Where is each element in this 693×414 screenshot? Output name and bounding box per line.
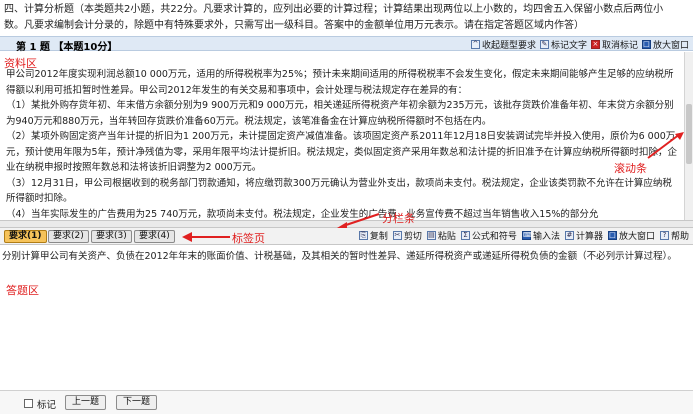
material-area: 资料区 甲公司2012年度实现利润总额10 000万元，适用的所得税税率为25%… — [0, 52, 684, 220]
material-paragraph: （1）某批外购存货年初、年末借方余额分别为9 900万元和9 000万元，相关递… — [6, 100, 674, 127]
calculator-button[interactable]: # 计算器 — [564, 229, 603, 242]
section-instructions: 四、计算分析题（本类题共2小题，共22分。凡要求计算的，应列出必要的计算过程；计… — [0, 0, 693, 36]
answer-enlarge-label: 放大窗口 — [618, 232, 655, 242]
copy-icon: ⎘ — [358, 231, 368, 240]
cut-button[interactable]: ✂ 剪切 — [392, 229, 422, 242]
sigma-icon: Σ — [460, 231, 470, 240]
material-body: 甲公司2012年度实现利润总额10 000万元，适用的所得税税率为25%；预计未… — [6, 54, 678, 220]
help-label: 帮助 — [670, 232, 689, 242]
calculator-icon: # — [564, 231, 574, 240]
collapse-requirements-label: 收起题型要求 — [481, 41, 536, 51]
bottom-navigation-bar: 标记 上一题 下一题 — [0, 390, 693, 414]
formula-symbols-button[interactable]: Σ 公式和符号 — [460, 229, 517, 242]
tab-requirement-3[interactable]: 要求(3) — [91, 230, 132, 243]
answer-enlarge-window-button[interactable]: □ 放大窗口 — [607, 229, 655, 242]
enlarge-icon: □ — [641, 40, 651, 49]
instructions-line-2: 数。凡要求编制会计分录的，除题中有特殊要求外，只需写出一级科目。答案中的金额单位… — [4, 20, 584, 31]
tabs-annotation: 标签页 — [232, 232, 265, 245]
tab-requirement-4[interactable]: 要求(4) — [134, 230, 175, 243]
answer-toolbar: ⎘ 复制 ✂ 剪切 ▤ 粘贴 Σ 公式和符号 ⌨ 输入法 # 计算器 □ 放大窗口 ? 帮助 — [358, 229, 689, 242]
mark-text-label: 标记文字 — [550, 41, 587, 51]
enlarge-window-button[interactable]: □ 放大窗口 — [641, 38, 689, 51]
material-area-label: 资料区 — [4, 57, 37, 70]
cut-label: 剪切 — [403, 232, 422, 242]
scissors-icon: ✂ — [392, 231, 402, 240]
enlarge-window-label: 放大窗口 — [652, 41, 689, 51]
mark-checkbox[interactable] — [24, 399, 33, 408]
input-method-label: 输入法 — [532, 232, 560, 242]
mark-checkbox-label: 标记 — [37, 400, 57, 411]
paste-icon: ▤ — [426, 231, 436, 240]
splitter-annotation: 分栏条 — [382, 212, 415, 225]
question-title: 第 1 题 【本题10分】 — [16, 42, 118, 53]
scrollbar-arrow-icon — [647, 132, 684, 159]
scrollbar-annotation: 滚动条 — [614, 162, 647, 175]
help-button[interactable]: ? 帮助 — [659, 229, 689, 242]
tab-requirement-2[interactable]: 要求(2) — [48, 230, 89, 243]
paste-label: 粘贴 — [437, 232, 456, 242]
formula-symbols-label: 公式和符号 — [471, 232, 517, 242]
tab-requirement-1[interactable]: 要求(1) — [4, 230, 47, 243]
help-icon: ? — [659, 231, 669, 240]
material-paragraph: （2）某项外购固定资产当年计提的折旧为1 200万元，未计提固定资产减值准备。该… — [6, 131, 678, 173]
answer-area[interactable]: 答题区 — [0, 270, 693, 390]
previous-question-button[interactable]: 上一题 — [65, 395, 107, 410]
input-method-button[interactable]: ⌨ 输入法 — [521, 229, 560, 242]
material-paragraph: 甲公司2012年度实现利润总额10 000万元，适用的所得税税率为25%；预计未… — [6, 69, 674, 96]
question-toolbar: ^ 收起题型要求 ✎ 标记文字 × 取消标记 □ 放大窗口 — [470, 38, 689, 51]
unmark-button[interactable]: × 取消标记 — [590, 38, 638, 51]
calculator-label: 计算器 — [575, 232, 603, 242]
question-header-bar: 第 1 题 【本题10分】 ^ 收起题型要求 ✎ 标记文字 × 取消标记 □ 放… — [0, 36, 693, 53]
tabs-arrow-icon — [182, 232, 230, 242]
keyboard-icon: ⌨ — [521, 231, 534, 240]
enlarge-icon: □ — [607, 231, 617, 240]
unmark-icon: × — [590, 40, 600, 49]
material-paragraph: （3）12月31日，甲公司根据收到的税务部门罚款通知，将应缴罚款300万元确认为… — [6, 177, 672, 205]
paste-button[interactable]: ▤ 粘贴 — [426, 229, 456, 242]
next-question-button[interactable]: 下一题 — [116, 395, 158, 410]
highlight-icon: ✎ — [539, 40, 549, 49]
instructions-line-1: 四、计算分析题（本类题共2小题，共22分。凡要求计算的，应列出必要的计算过程；计… — [4, 4, 664, 15]
collapse-icon: ^ — [470, 40, 480, 49]
answer-area-label: 答题区 — [6, 284, 39, 297]
unmark-label: 取消标记 — [601, 41, 638, 51]
collapse-requirements-button[interactable]: ^ 收起题型要求 — [470, 38, 536, 51]
copy-label: 复制 — [369, 232, 388, 242]
copy-button[interactable]: ⎘ 复制 — [358, 229, 388, 242]
mark-text-button[interactable]: ✎ 标记文字 — [539, 38, 587, 51]
scrollbar-thumb[interactable] — [686, 104, 692, 164]
requirement-prompt: 分别计算甲公司有关资产、负债在2012年年末的账面价值、计税基础，及其相关的暂时… — [2, 251, 677, 262]
